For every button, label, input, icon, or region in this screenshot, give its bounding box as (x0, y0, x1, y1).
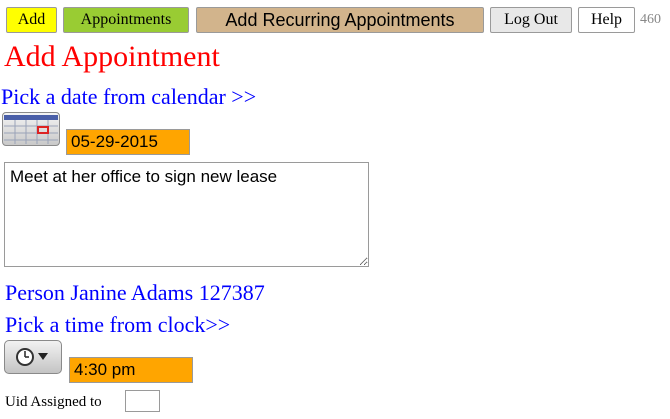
chevron-down-icon (38, 353, 48, 360)
clock-button[interactable] (4, 340, 62, 374)
page-title: Add Appointment (4, 40, 220, 73)
add-recurring-appointments-button[interactable]: Add Recurring Appointments (196, 7, 484, 33)
pick-date-link[interactable]: Pick a date from calendar >> (1, 84, 256, 110)
appointments-button[interactable]: Appointments (63, 7, 189, 33)
logout-button[interactable]: Log Out (490, 7, 572, 33)
uid-field[interactable] (125, 390, 160, 412)
help-button[interactable]: Help (578, 7, 635, 33)
add-button[interactable]: Add (6, 7, 57, 33)
pick-time-link[interactable]: Pick a time from clock>> (5, 312, 230, 338)
notes-textarea[interactable]: Meet at her office to sign new lease (4, 162, 369, 267)
uid-label: Uid Assigned to (5, 394, 102, 410)
date-field[interactable] (66, 129, 190, 155)
person-text: Person Janine Adams 127387 (5, 280, 265, 305)
counter-text: 460 (640, 12, 661, 27)
time-field[interactable] (69, 357, 193, 383)
calendar-icon (4, 115, 58, 144)
calendar-button[interactable] (2, 112, 60, 146)
clock-icon (16, 348, 48, 366)
